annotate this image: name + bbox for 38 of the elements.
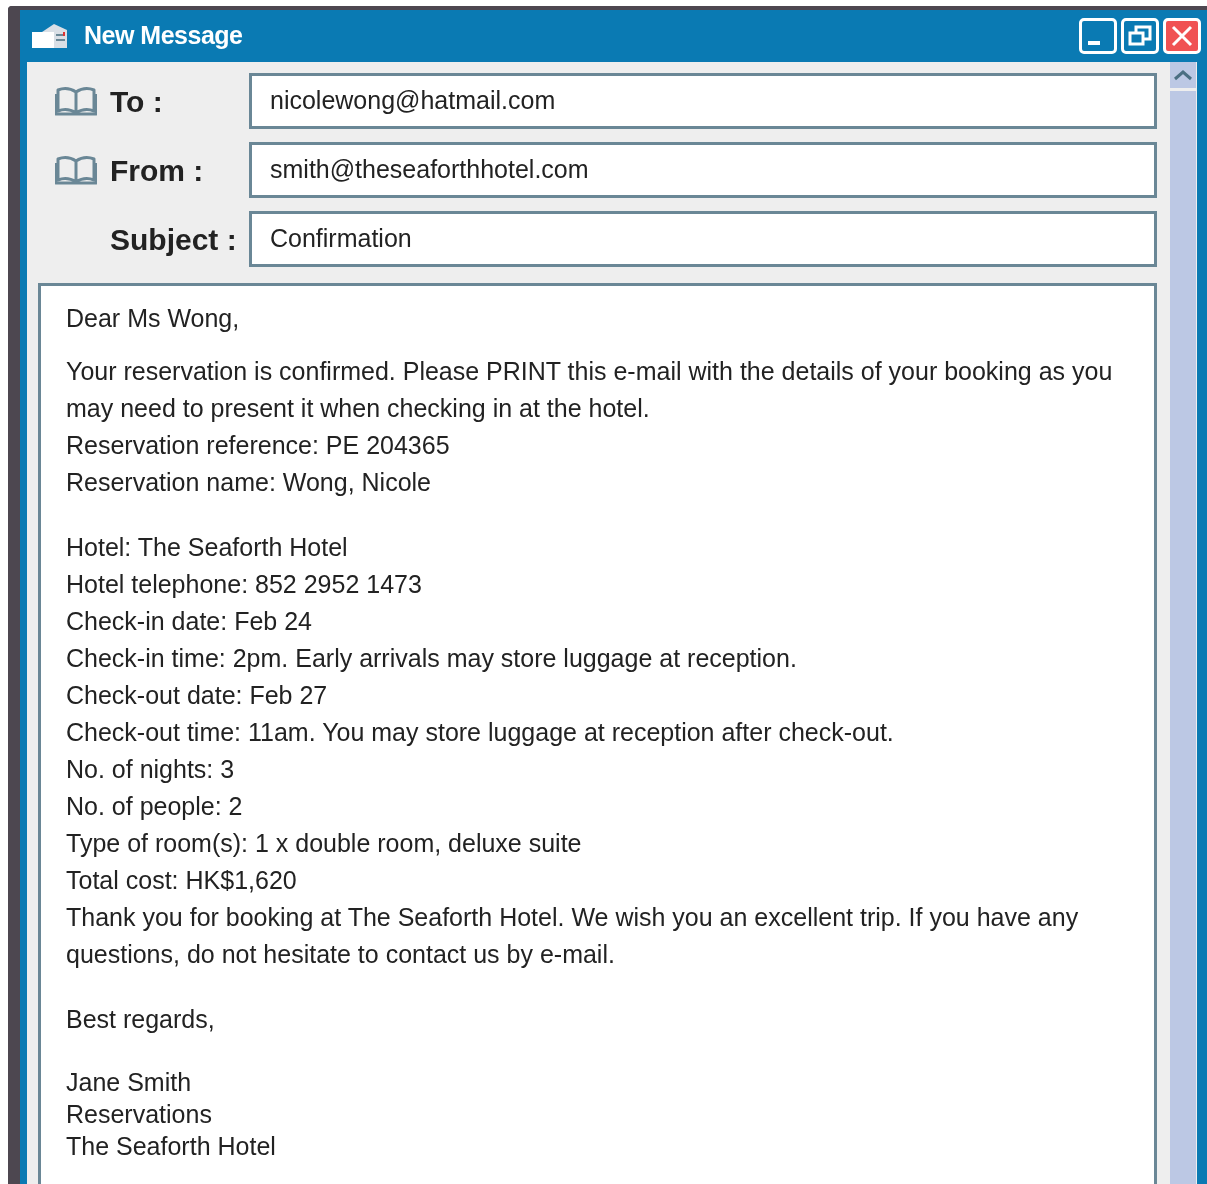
body-text: The Seaforth Hotel <box>66 1131 277 1162</box>
field-label: From : <box>110 152 204 189</box>
body-text: Check-in date: Feb 24 <box>66 606 313 637</box>
input-field[interactable]: Confirmation <box>249 211 1157 267</box>
body-text: Reservation reference: PE 204365 <box>66 430 451 461</box>
body-text: Type of room(s): 1 x double room, deluxe suite <box>66 828 583 859</box>
close-button[interactable] <box>1163 18 1201 54</box>
close-icon <box>1170 24 1194 48</box>
body-text: No. of people: 2 <box>66 791 244 822</box>
mail-icon <box>32 22 70 50</box>
body-text: Check-out time: 11am. You may store luggage at reception after check-out. <box>66 717 895 748</box>
scroll-up-button[interactable] <box>1170 62 1196 88</box>
field-label: To : <box>110 83 163 120</box>
field-label: Subject : <box>110 221 237 258</box>
input-field[interactable]: nicolewong@hatmail.com <box>249 73 1157 129</box>
message-body[interactable] <box>38 283 1157 1184</box>
caret-up-icon <box>1173 69 1193 81</box>
open-book-icon <box>55 86 97 116</box>
open-book-icon <box>55 155 97 185</box>
window-title: New Message <box>84 20 243 52</box>
body-text: Total cost: HK$1,620 <box>66 865 298 896</box>
input-field[interactable]: smith@theseaforthhotel.com <box>249 142 1157 198</box>
body-text: Check-in time: 2pm. Early arrivals may store luggage at reception. <box>66 643 798 674</box>
body-text: Reservations <box>66 1099 213 1130</box>
body-text: Best regards, <box>66 1004 216 1035</box>
body-text: Jane Smith <box>66 1067 193 1098</box>
body-text: Thank you for booking at The Seaforth Hotel. We wish you an excellent trip. If you have any questions, do not hesitate to contact us by e-mail. <box>66 902 1080 970</box>
scrollbar[interactable] <box>1167 62 1197 1184</box>
body-text: Hotel telephone: 852 2952 1473 <box>66 569 423 600</box>
body-text: Dear Ms Wong, <box>66 303 241 334</box>
body-text: Hotel: The Seaforth Hotel <box>66 532 349 563</box>
minimize-button[interactable] <box>1079 18 1117 54</box>
body-text: Your reservation is confirmed. Please PRINT this e-mail with the details of your booking as you may need to present it when checking in at the hotel. <box>66 356 1114 424</box>
restore-icon <box>1128 25 1152 47</box>
body-text: Reservation name: Wong, Nicole <box>66 467 432 498</box>
body-text: Check-out date: Feb 27 <box>66 680 329 711</box>
restore-button[interactable] <box>1121 18 1159 54</box>
body-text: No. of nights: 3 <box>66 754 236 785</box>
